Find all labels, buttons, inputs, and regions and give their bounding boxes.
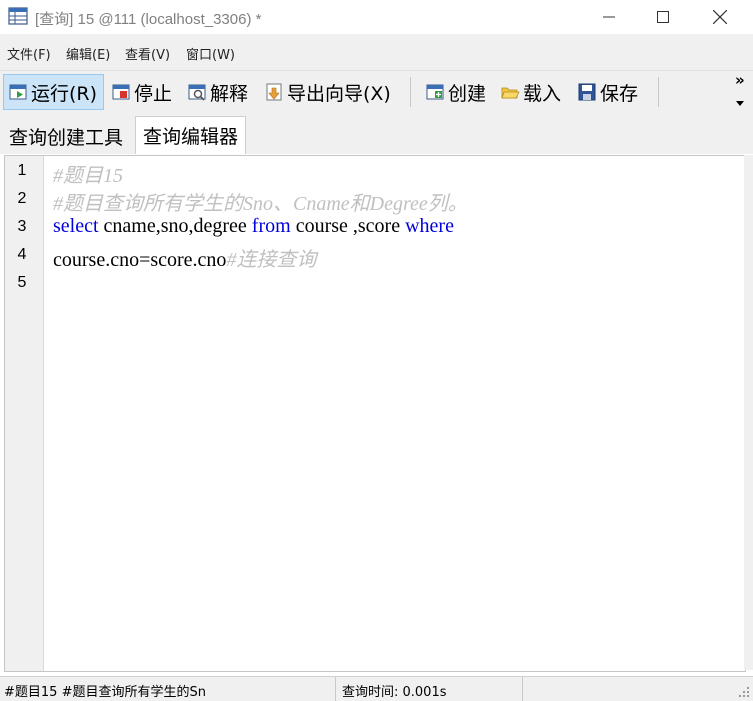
stop-icon: [112, 84, 130, 100]
sql-editor[interactable]: 1 2 3 4 5 #题目15 #题目查询所有学生的Sno、Cname和Degr…: [4, 155, 746, 672]
run-icon: [9, 84, 27, 100]
code-line-2: #题目查询所有学生的Sno、Cname和Degree列。: [53, 187, 468, 216]
line-number: 2: [17, 190, 27, 207]
sql-keyword: where: [405, 215, 454, 237]
export-label: 导出向导(X): [287, 82, 391, 105]
toolbar: 运行(R) 停止 解释 导出向导(X) 创建 载入 保存 »: [0, 70, 753, 115]
sql-keyword: from: [251, 215, 291, 237]
save-button[interactable]: 保存: [573, 74, 642, 110]
stop-button[interactable]: 停止: [107, 74, 176, 110]
load-label: 载入: [523, 82, 562, 105]
toolbar-separator: [410, 77, 411, 107]
sql-comment: #题目查询所有学生的Sno、Cname和Degree列。: [53, 193, 468, 215]
explain-label: 解释: [210, 82, 249, 105]
sql-text: course.cno=score.cno: [53, 249, 227, 271]
maximize-icon: [657, 11, 669, 23]
toolbar-overflow-icon[interactable]: »: [735, 71, 745, 89]
export-wizard-button[interactable]: 导出向导(X): [260, 74, 395, 110]
create-button[interactable]: 创建: [421, 74, 490, 110]
window-title: [查询] 15 @111 (localhost_3306) *: [35, 11, 262, 28]
minimize-button[interactable]: [586, 0, 632, 34]
menu-bar: 文件(F) 编辑(E) 查看(V) 窗口(W): [0, 34, 753, 70]
explain-button[interactable]: 解释: [183, 74, 252, 110]
title-bar: [查询] 15 @111 (localhost_3306) *: [0, 0, 753, 34]
create-label: 创建: [448, 82, 487, 105]
status-sql-preview: #题目15 #题目查询所有学生的Sn: [4, 685, 206, 700]
load-button[interactable]: 载入: [496, 74, 565, 110]
create-icon: [426, 84, 444, 100]
run-button[interactable]: 运行(R): [3, 74, 104, 110]
open-folder-icon: [501, 87, 520, 99]
sql-comment: #连接查询: [226, 249, 317, 271]
explain-icon: [188, 84, 206, 101]
line-number-gutter: 1 2 3 4 5: [5, 156, 44, 671]
menu-edit[interactable]: 编辑(E): [66, 44, 110, 63]
line-number: 3: [17, 218, 27, 235]
tab-query-editor[interactable]: 查询编辑器: [135, 116, 247, 154]
query-window-icon: [8, 7, 28, 25]
close-icon: [713, 10, 727, 24]
code-line-4: course.cno=score.cno#连接查询: [53, 243, 316, 272]
export-icon: [266, 83, 282, 101]
vertical-scrollbar[interactable]: [744, 155, 753, 670]
sql-comment: #题目15: [53, 165, 123, 187]
minimize-icon: [603, 16, 615, 18]
code-line-1: #题目15: [53, 159, 123, 188]
code-line-3: select cname,sno,degree from course ,sco…: [53, 215, 454, 238]
tab-strip: 查询创建工具 查询编辑器: [0, 114, 753, 154]
sql-text: cname,sno,degree: [98, 215, 252, 237]
status-bar: #题目15 #题目查询所有学生的Sn 查询时间: 0.001s: [0, 676, 753, 701]
toolbar-dropdown-icon[interactable]: [736, 101, 744, 106]
maximize-button[interactable]: [640, 0, 686, 34]
status-divider: [335, 677, 336, 701]
menu-view[interactable]: 查看(V): [125, 44, 170, 63]
sql-keyword: select: [53, 215, 99, 237]
sql-text: course ,score: [290, 215, 406, 237]
menu-file[interactable]: 文件(F): [7, 44, 51, 63]
tab-query-builder[interactable]: 查询创建工具: [2, 118, 130, 154]
resize-grip-icon[interactable]: [738, 686, 750, 698]
line-number: 4: [17, 246, 27, 263]
line-number: 1: [17, 162, 27, 179]
stop-label: 停止: [134, 82, 173, 105]
close-button[interactable]: [697, 0, 743, 34]
line-number: 5: [17, 274, 27, 291]
menu-window[interactable]: 窗口(W): [186, 44, 235, 63]
save-icon: [578, 83, 596, 101]
toolbar-separator: [658, 77, 659, 107]
save-label: 保存: [600, 82, 639, 105]
status-divider: [522, 677, 523, 701]
run-label: 运行(R): [31, 82, 98, 105]
status-query-time: 查询时间: 0.001s: [342, 685, 447, 700]
